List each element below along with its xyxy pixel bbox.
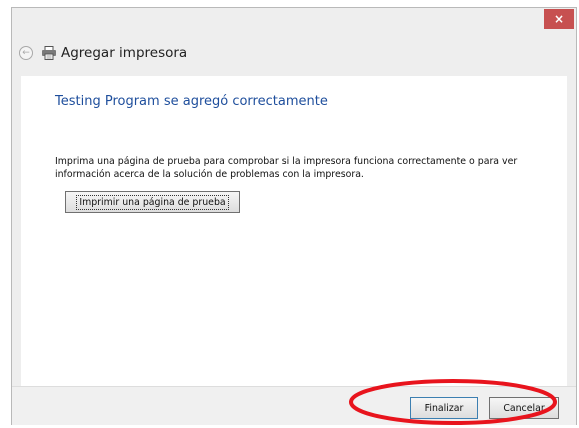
nav-bar: ← Agregar impresora bbox=[19, 43, 187, 63]
success-heading: Testing Program se agregó correctamente bbox=[55, 94, 328, 109]
print-test-page-button[interactable]: Imprimir una página de prueba bbox=[65, 191, 240, 213]
footer-bar: Finalizar Cancelar bbox=[12, 386, 576, 425]
back-arrow-icon[interactable]: ← bbox=[19, 46, 33, 60]
content-panel: Testing Program se agregó correctamente … bbox=[21, 76, 567, 386]
printer-icon bbox=[41, 46, 57, 60]
description-text: Imprima una página de prueba para compro… bbox=[55, 156, 518, 180]
finish-button[interactable]: Finalizar bbox=[410, 397, 478, 419]
print-test-page-label: Imprimir una página de prueba bbox=[76, 194, 229, 210]
close-button[interactable]: × bbox=[544, 9, 574, 29]
window-title: Agregar impresora bbox=[61, 45, 188, 61]
cancel-button[interactable]: Cancelar bbox=[489, 397, 559, 419]
close-icon: × bbox=[553, 12, 565, 26]
add-printer-window: × ← Agregar impresora Testing Program se… bbox=[11, 7, 577, 425]
